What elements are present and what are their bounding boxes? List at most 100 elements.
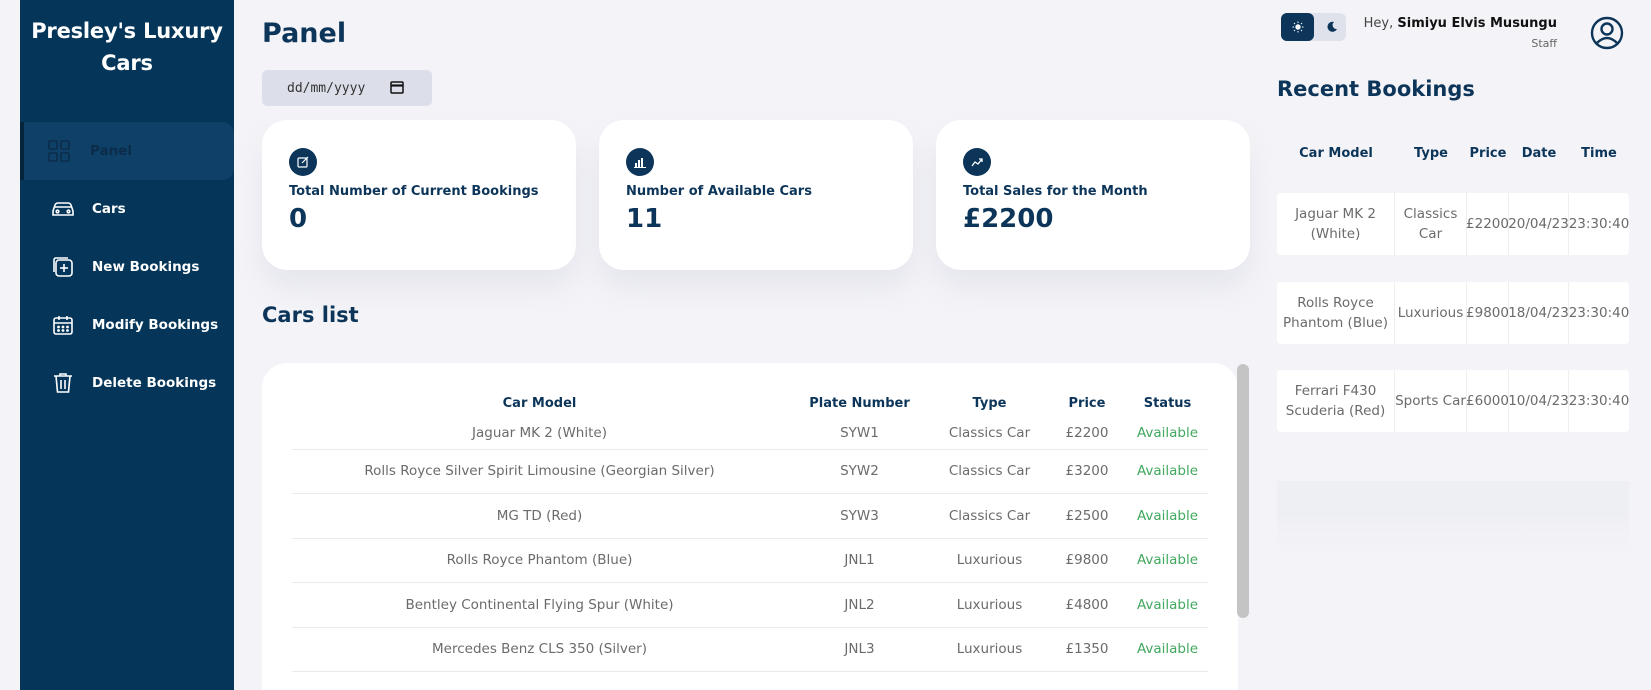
cars-list-scrollbar[interactable] <box>1237 364 1249 618</box>
status-cell: Available <box>1127 449 1208 494</box>
car-model-cell: Bentley Continental Flying Spur (White) <box>292 582 787 628</box>
current-bookings-card: Total Number of Current Bookings 0 <box>262 120 576 270</box>
brand-line-2: Cars <box>101 51 153 75</box>
greeting-text: Hey, <box>1363 16 1394 31</box>
plate-cell: JNL3 <box>787 627 932 672</box>
moon-icon[interactable] <box>1318 13 1346 41</box>
theme-toggle[interactable] <box>1281 13 1346 41</box>
car-model-cell: MG TD (Red) <box>292 493 787 539</box>
column-header: Car Model <box>502 395 577 411</box>
time-cell: 23:30:40 <box>1568 216 1630 232</box>
monthly-sales-card: Total Sales for the Month £2200 <box>936 120 1250 270</box>
time-cell: 23:30:40 <box>1568 393 1630 409</box>
table-row[interactable]: Jaguar MK 2 (White) SYW1 Classics Car £2… <box>292 417 1208 450</box>
column-header: Type <box>1414 146 1448 161</box>
card-label: Total Sales for the Month <box>963 184 1148 199</box>
price-cell: £9800 <box>1466 282 1509 344</box>
type-cell: Luxurious <box>932 582 1047 628</box>
brand-line-1: Presley's Luxury <box>31 19 223 43</box>
price-cell: £2200 <box>1466 193 1509 255</box>
column-header: Price <box>1469 146 1507 161</box>
recent-bookings-header: Car Model Type Price Date Time <box>1277 146 1629 161</box>
table-row[interactable]: Mercedes Benz CLS 350 (Silver) JNL3 Luxu… <box>292 627 1208 672</box>
page-title: Panel <box>262 18 347 49</box>
car-model-cell: Ferrari F430 Scuderia (Red) <box>1277 370 1395 432</box>
card-value: 11 <box>626 204 663 234</box>
date-placeholder: dd/mm/yyyy <box>287 80 366 96</box>
user-info: Hey, Simiyu Elvis Musungu Staff <box>1364 16 1557 50</box>
status-cell: Available <box>1127 627 1208 672</box>
available-cars-card: Number of Available Cars 11 <box>599 120 913 270</box>
car-model-cell: Jaguar MK 2 (White) <box>1277 193 1395 255</box>
status-cell: Available <box>1127 417 1208 450</box>
price-cell: £9800 <box>1047 538 1127 583</box>
table-row[interactable]: Bentley Continental Flying Spur (White) … <box>292 582 1208 628</box>
date-cell: 10/04/23 <box>1508 370 1569 432</box>
sidebar-item-cars[interactable]: Cars <box>20 180 234 238</box>
status-cell: Available <box>1127 582 1208 628</box>
user-name: Simiyu Elvis Musungu <box>1397 16 1557 31</box>
card-label: Total Number of Current Bookings <box>289 184 539 199</box>
plate-cell: JNL2 <box>787 582 932 628</box>
trash-icon <box>50 370 76 396</box>
grid-icon <box>46 138 72 164</box>
sidebar-item-label: Panel <box>90 143 133 159</box>
car-icon <box>50 196 76 222</box>
status-cell: Available <box>1127 493 1208 539</box>
cars-list-panel: Car Model Plate Number Type Price Status… <box>262 363 1238 690</box>
price-cell: £3200 <box>1047 449 1127 494</box>
car-model-cell: Rolls Royce Phantom (Blue) <box>1277 282 1395 344</box>
bar-chart-icon <box>626 148 654 176</box>
time-cell: 23:30:40 <box>1568 305 1630 321</box>
edit-icon <box>289 148 317 176</box>
sun-icon[interactable] <box>1281 13 1314 41</box>
profile-avatar-icon[interactable] <box>1590 16 1624 54</box>
type-cell: Luxurious <box>932 627 1047 672</box>
column-header: Price <box>1068 395 1106 411</box>
table-row[interactable]: Rolls Royce Silver Spirit Limousine (Geo… <box>292 449 1208 494</box>
plate-cell: SYW1 <box>787 417 932 450</box>
sidebar-item-delete-bookings[interactable]: Delete Bookings <box>20 354 234 412</box>
recent-booking-row[interactable]: Ferrari F430 Scuderia (Red) Sports Car £… <box>1277 370 1629 432</box>
column-header: Time <box>1581 146 1617 161</box>
type-cell: Luxurious <box>1395 282 1467 344</box>
price-cell: £4800 <box>1047 582 1127 628</box>
sidebar-item-label: Modify Bookings <box>92 317 219 333</box>
cars-list-title: Cars list <box>262 303 359 327</box>
sidebar-item-panel[interactable]: Panel <box>20 122 234 180</box>
type-cell: Classics Car <box>932 449 1047 494</box>
card-label: Number of Available Cars <box>626 184 812 199</box>
price-cell: £1350 <box>1047 627 1127 672</box>
sidebar-item-new-bookings[interactable]: New Bookings <box>20 238 234 296</box>
column-header: Type <box>972 395 1007 411</box>
calendar-picker-icon[interactable] <box>390 80 404 98</box>
sidebar-item-label: New Bookings <box>92 259 200 275</box>
table-row[interactable]: MG TD (Red) SYW3 Classics Car £2500 Avai… <box>292 493 1208 539</box>
type-cell: Luxurious <box>932 538 1047 583</box>
table-row[interactable]: Rolls Royce Phantom (Blue) JNL1 Luxuriou… <box>292 538 1208 583</box>
column-header: Status <box>1143 395 1192 411</box>
date-cell: 18/04/23 <box>1508 282 1569 344</box>
car-model-cell: Rolls Royce Silver Spirit Limousine (Geo… <box>292 449 787 494</box>
add-square-icon <box>50 254 76 280</box>
car-model-cell: Rolls Royce Phantom (Blue) <box>292 538 787 583</box>
recent-booking-row[interactable]: Rolls Royce Phantom (Blue) Luxurious £98… <box>1277 282 1629 344</box>
greeting: Hey, Simiyu Elvis Musungu <box>1364 16 1557 31</box>
recent-bookings-shadow <box>1277 517 1629 557</box>
status-cell: Available <box>1127 538 1208 583</box>
sidebar-item-modify-bookings[interactable]: Modify Bookings <box>20 296 234 354</box>
recent-booking-row[interactable]: Jaguar MK 2 (White) Classics Car £2200 2… <box>1277 193 1629 255</box>
card-value: £2200 <box>963 204 1054 234</box>
trend-icon <box>963 148 991 176</box>
date-input[interactable]: dd/mm/yyyy <box>262 70 432 106</box>
recent-bookings-title: Recent Bookings <box>1277 77 1475 101</box>
recent-bookings-footer <box>1277 481 1629 517</box>
type-cell: Classics Car <box>932 417 1047 450</box>
sidebar: Presley's Luxury Cars Panel Cars New Boo… <box>20 0 234 690</box>
table-header-row: Car Model Plate Number Type Price Status <box>292 383 1208 417</box>
sidebar-nav: Panel Cars New Bookings Modify Bookings … <box>20 122 234 412</box>
plate-cell: JNL1 <box>787 538 932 583</box>
calendar-icon <box>50 312 76 338</box>
cars-table: Car Model Plate Number Type Price Status… <box>292 383 1208 672</box>
card-value: 0 <box>289 204 308 234</box>
